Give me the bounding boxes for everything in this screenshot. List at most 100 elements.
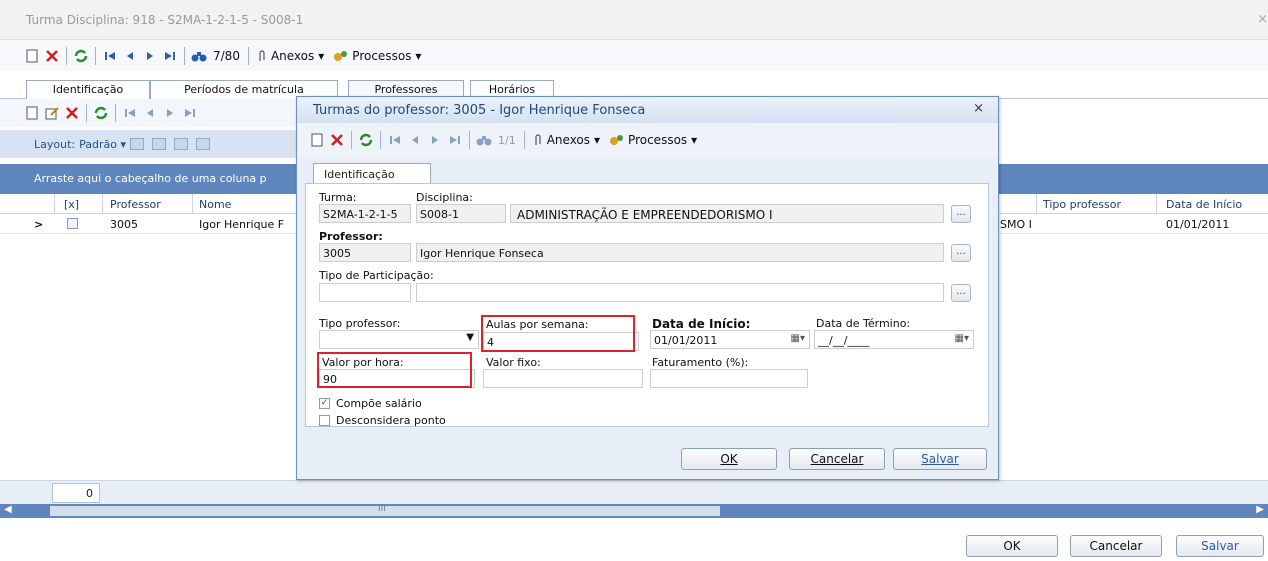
processes-menu[interactable]: Processos ▾ xyxy=(332,49,421,63)
attachments-menu[interactable]: Anexos ▾ xyxy=(533,133,600,147)
toolbar-separator xyxy=(66,46,67,65)
toolbar-separator xyxy=(523,131,525,149)
tab-identificacao[interactable]: Identificação xyxy=(26,80,150,99)
turma-field[interactable]: S2MA-1-2-1-5 xyxy=(319,204,411,223)
attachments-menu[interactable]: Anexos ▾ xyxy=(257,49,324,63)
dialog-ok-button[interactable]: OK xyxy=(681,448,777,470)
cancel-button[interactable]: Cancelar xyxy=(1070,535,1162,557)
scroll-grip-icon: III xyxy=(378,504,386,514)
desconsidera-ponto-checkbox[interactable] xyxy=(319,415,330,426)
previous-record-icon[interactable] xyxy=(405,130,425,150)
faturamento-field[interactable] xyxy=(650,369,808,388)
disciplina-code-field[interactable]: S008-1 xyxy=(416,204,506,223)
footer-count: 0 xyxy=(52,483,100,503)
column-header-tipo-professor[interactable]: Tipo professor xyxy=(1043,198,1121,211)
row-select-checkbox[interactable] xyxy=(67,218,78,229)
last-record-icon[interactable] xyxy=(160,46,180,66)
scroll-right-icon[interactable]: ▶ xyxy=(1256,504,1264,515)
professor-lookup-button[interactable]: ... xyxy=(951,244,971,262)
edit-record-icon[interactable] xyxy=(42,103,62,123)
record-position: 1/1 xyxy=(498,133,516,147)
column-header-nome[interactable]: Nome xyxy=(199,198,231,211)
previous-record-icon[interactable] xyxy=(140,103,160,123)
horizontal-scrollbar[interactable]: ◀ III ▶ xyxy=(0,504,1268,518)
dialog-buttons: OK Cancelar Salvar xyxy=(0,530,1268,561)
valor-fixo-label: Valor fixo: xyxy=(486,356,541,369)
row-indicator: > xyxy=(34,218,44,231)
chevron-down-icon: ▾ xyxy=(691,133,698,147)
record-position: 7/80 xyxy=(213,48,240,63)
dialog-tab-identificacao[interactable]: Identificação xyxy=(313,163,431,183)
next-record-icon[interactable] xyxy=(160,103,180,123)
professor-name-field[interactable]: Igor Henrique Fonseca xyxy=(416,243,944,262)
cell-nome: Igor Henrique F xyxy=(199,218,285,231)
dialog-cancel-button[interactable]: Cancelar xyxy=(789,448,885,470)
new-record-icon[interactable] xyxy=(22,103,42,123)
layout-grid-icon[interactable] xyxy=(174,138,188,150)
delete-icon[interactable] xyxy=(42,46,62,66)
teacher-class-dialog: Turmas do professor: 3005 - Igor Henriqu… xyxy=(296,96,999,480)
compoe-salario-checkbox[interactable]: ✓ xyxy=(319,398,330,409)
tipo-professor-select[interactable]: ▼ xyxy=(319,330,479,349)
toolbar-separator xyxy=(351,131,352,149)
new-record-icon[interactable] xyxy=(22,46,42,66)
save-button[interactable]: Salvar xyxy=(1176,535,1264,557)
layout-preset-dropdown[interactable]: Padrão ▾ xyxy=(79,138,126,151)
scroll-left-icon[interactable]: ◀ xyxy=(4,504,12,515)
tipo-participacao-lookup-button[interactable]: ... xyxy=(951,284,971,302)
delete-icon[interactable] xyxy=(62,103,82,123)
toolbar-separator xyxy=(95,46,96,65)
ok-button[interactable]: OK xyxy=(966,535,1058,557)
calendar-icon[interactable]: ▦▾ xyxy=(791,333,805,344)
disciplina-name-field[interactable]: ADMINISTRAÇÃO E EMPREENDEDORISMO I xyxy=(510,204,944,223)
desconsidera-ponto-label: Desconsidera ponto xyxy=(336,414,446,427)
main-toolbar: 7/80 Anexos ▾ Processos ▾ xyxy=(0,40,1268,71)
processes-menu[interactable]: Processos ▾ xyxy=(608,133,697,147)
data-termino-field[interactable]: __/__/____ ▦▾ xyxy=(814,330,974,349)
gears-icon xyxy=(610,135,624,145)
dialog-form-panel: Turma: Disciplina: S2MA-1-2-1-5 S008-1 A… xyxy=(305,183,989,427)
professor-code-field[interactable]: 3005 xyxy=(319,243,411,262)
toolbar-separator xyxy=(86,104,87,122)
calendar-icon[interactable]: ▦▾ xyxy=(955,333,969,344)
last-record-icon[interactable] xyxy=(445,130,465,150)
column-header-data-inicio[interactable]: Data de Início xyxy=(1166,198,1242,211)
layout-load-icon[interactable] xyxy=(152,138,166,150)
valor-fixo-field[interactable] xyxy=(483,369,643,388)
toolbar-separator xyxy=(380,131,381,149)
scrollbar-thumb[interactable]: III xyxy=(50,504,720,516)
next-record-icon[interactable] xyxy=(140,46,160,66)
binoculars-icon[interactable] xyxy=(189,46,209,66)
window-close-icon[interactable]: × xyxy=(1257,12,1268,27)
refresh-icon[interactable] xyxy=(71,46,91,66)
refresh-icon[interactable] xyxy=(91,103,111,123)
tipo-participacao-label: Tipo de Participação: xyxy=(319,269,434,282)
new-record-icon[interactable] xyxy=(307,130,327,150)
next-record-icon[interactable] xyxy=(425,130,445,150)
group-by-hint: Arraste aqui o cabeçalho de uma coluna p xyxy=(34,172,267,185)
column-header-professor[interactable]: Professor xyxy=(110,198,161,211)
dialog-toolbar: 1/1 Anexos ▾ Processos ▾ xyxy=(297,123,998,157)
data-inicio-field[interactable]: 01/01/2011 ▦▾ xyxy=(650,330,810,349)
tipo-participacao-code-field[interactable] xyxy=(319,283,411,302)
first-record-icon[interactable] xyxy=(385,130,405,150)
last-record-icon[interactable] xyxy=(180,103,200,123)
first-record-icon[interactable] xyxy=(120,103,140,123)
dialog-title-bar[interactable]: Turmas do professor: 3005 - Igor Henriqu… xyxy=(297,97,998,123)
first-record-icon[interactable] xyxy=(100,46,120,66)
binoculars-icon[interactable] xyxy=(474,130,494,150)
column-header-select[interactable]: [x] xyxy=(64,198,79,211)
dialog-close-icon[interactable]: × xyxy=(973,101,984,116)
toolbar-separator xyxy=(184,46,185,65)
compoe-salario-label: Compõe salário xyxy=(336,397,422,410)
dialog-save-button[interactable]: Salvar xyxy=(893,448,987,470)
layout-export-icon[interactable] xyxy=(196,138,210,150)
tipo-participacao-name-field[interactable] xyxy=(416,283,944,302)
disciplina-lookup-button[interactable]: ... xyxy=(951,205,971,223)
layout-save-icon[interactable] xyxy=(130,138,144,150)
delete-icon[interactable] xyxy=(327,130,347,150)
refresh-icon[interactable] xyxy=(356,130,376,150)
chevron-down-icon: ▾ xyxy=(594,133,601,147)
previous-record-icon[interactable] xyxy=(120,46,140,66)
highlight-box xyxy=(481,315,635,352)
